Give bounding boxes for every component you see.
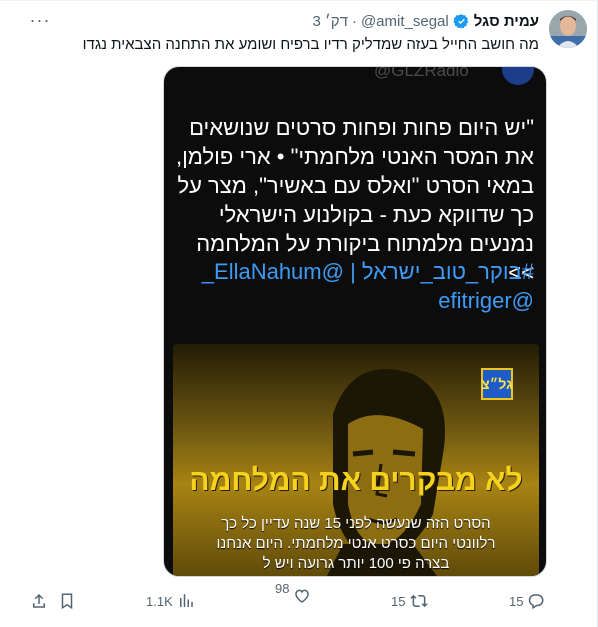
bookmark-button[interactable] — [58, 585, 76, 617]
views-button[interactable]: 1.1K — [146, 585, 195, 617]
retweet-icon — [409, 592, 429, 610]
like-icon — [293, 587, 311, 605]
reply-icon — [527, 592, 545, 610]
separator-dot: · — [351, 12, 357, 30]
avatar[interactable] — [549, 10, 587, 48]
channel-logo — [502, 67, 534, 85]
like-count: 98 — [275, 581, 290, 596]
poster-title: לא מבקרים את המלחמה — [189, 464, 523, 497]
reply-button[interactable]: 15 — [509, 585, 545, 617]
tweet[interactable]: עמית סגל @amit_segal · 3 דק׳ ··· מה חושב… — [0, 0, 598, 627]
bookmark-icon — [58, 592, 76, 610]
tweet-header: עמית סגל @amit_segal · 3 דק׳ — [313, 11, 540, 31]
media-watermark: @GLZRadio — [374, 66, 469, 80]
retweet-count: 15 — [391, 593, 406, 609]
tweet-actions: 1.1K 98 15 15 — [0, 581, 598, 617]
share-button[interactable] — [30, 585, 48, 617]
movie-poster: גל״צ לא מבקרים את המלחמה הסרט הזה שנעשה … — [173, 344, 539, 576]
tweet-text: מה חושב החייל בעזה שמדליק רדיו ברפיח ושו… — [82, 36, 539, 53]
author-name[interactable]: עמית סגל — [474, 13, 539, 30]
views-icon — [177, 592, 195, 610]
poster-body: הסרט הזה שנעשה לפני 15 שנה עדיין כל כך ר… — [216, 515, 496, 572]
timestamp[interactable]: 3 דק׳ — [313, 13, 348, 30]
tweet-media[interactable]: @GLZRadio "יש היום פחות ופחות סרטים שנוש… — [163, 66, 547, 577]
more-icon[interactable]: ··· — [26, 10, 54, 30]
reply-count: 15 — [509, 593, 524, 609]
author-handle[interactable]: @amit_segal — [361, 13, 449, 30]
views-count: 1.1K — [146, 593, 173, 609]
like-button[interactable]: 98 — [275, 579, 311, 611]
verified-icon — [453, 13, 470, 30]
channel-badge: גל״צ — [481, 368, 513, 400]
retweet-button[interactable]: 15 — [391, 585, 429, 617]
share-icon — [30, 592, 48, 610]
media-hashtags: #בוקר_טוב_ישראל | @EllaNahum_ @efitriger — [201, 259, 534, 313]
